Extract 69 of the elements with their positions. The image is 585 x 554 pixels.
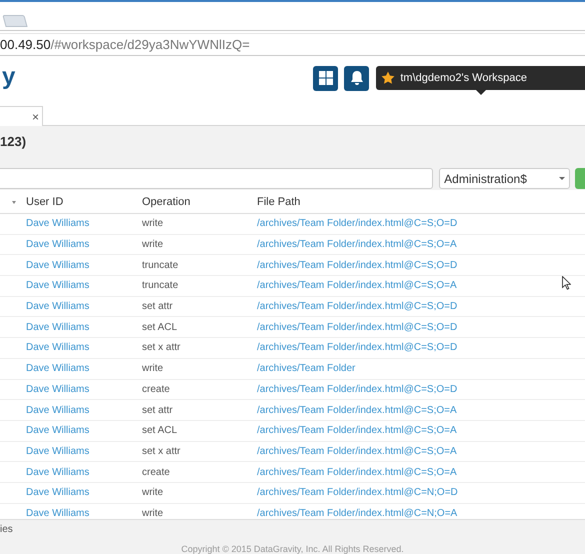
operation-cell-text: create (142, 466, 171, 478)
operation-cell-text: write (142, 508, 164, 519)
file-path-link[interactable]: /archives/Team Folder/index.html@C=N;O=A (257, 508, 585, 519)
user-link[interactable]: Dave Williams (26, 280, 142, 292)
search-field[interactable] (0, 168, 434, 189)
file-path-link[interactable]: /archives/Team Folder/index.html@C=S;O=A (257, 280, 585, 292)
url-path: /#workspace/d29ya3NwYWNlIzQ= (50, 37, 250, 52)
operation-cell-text: set x attr (142, 342, 182, 354)
grid-button[interactable] (313, 66, 338, 90)
operation-cell-text: truncate (142, 260, 180, 271)
column-header[interactable]: User ID (26, 196, 142, 208)
user-link[interactable]: Dave Williams (26, 301, 142, 312)
file-path-link[interactable]: /archives/Team Folder/index.html@C=S;O=D (257, 322, 585, 333)
user-link[interactable]: Dave Williams (26, 239, 142, 250)
file-path-link[interactable]: /archives/Team Folder/index.html@C=S;O=A (257, 466, 585, 478)
copyright-text: Copyright © 2015 DataGravity, Inc. All Rights Reserved. (180, 544, 405, 554)
operation-cell-text: set ACL (142, 425, 178, 436)
file-path-link[interactable]: /archives/Team Folder/index.html@C=S;O=A (257, 446, 585, 457)
tab[interactable]: × (0, 106, 43, 126)
page-title: 123) (0, 133, 28, 151)
operation-cell-text: write (142, 239, 164, 250)
file-path-link[interactable]: /archives/Team Folder/index.html@C=S;O=A (257, 239, 585, 250)
star-icon (381, 71, 396, 85)
address-bar[interactable]: 00.49.50/#workspace/d29ya3NwYWNlIzQ= (0, 33, 585, 56)
operation-cell-text: create (142, 384, 171, 395)
user-link[interactable]: Dave Williams (26, 260, 142, 271)
user-link[interactable]: Dave Williams (26, 508, 142, 519)
user-link[interactable]: Dave Williams (26, 466, 142, 478)
new-tab-button[interactable] (2, 15, 28, 27)
file-path-link[interactable]: /archives/Team Folder/index.html@C=S;O=A (257, 404, 585, 416)
column-header[interactable]: Operation (142, 196, 257, 208)
user-link[interactable]: Dave Williams (26, 322, 142, 333)
operation-cell-text: write (142, 487, 164, 498)
file-path-link[interactable]: /archives/Team Folder/index.html@C=S;O=D (257, 301, 585, 312)
file-path-link[interactable]: /archives/Team Folder/index.html@C=S;O=D (257, 260, 585, 271)
file-path-link[interactable]: /archives/Team Folder/index.html@C=S;O=A (257, 425, 585, 436)
url-host: 00.49.50 (0, 37, 51, 52)
user-link[interactable]: Dave Williams (26, 384, 142, 395)
caret-icon (559, 177, 566, 180)
entries-text: ies (0, 523, 14, 537)
user-link[interactable]: Dave Williams (26, 446, 142, 457)
grid-icon (318, 70, 334, 86)
file-path-link[interactable]: /archives/Team Folder/index.html@C=S;O=D (257, 384, 585, 395)
user-link[interactable]: Dave Williams (26, 425, 142, 436)
notifications-button[interactable] (344, 66, 370, 90)
user-link[interactable]: Dave Williams (26, 218, 142, 230)
sort-caret-icon[interactable] (12, 200, 16, 204)
workspace-name: tm\dgdemo2's Workspace (400, 72, 527, 84)
operation-cell-text: truncate (142, 280, 180, 292)
mouse-pointer-icon (562, 276, 571, 290)
operation-cell-text: set attr (142, 404, 174, 416)
user-link[interactable]: Dave Williams (26, 487, 142, 498)
operation-cell-text: set attr (142, 301, 174, 312)
file-path-link[interactable]: /archives/Team Folder/index.html@C=S;O=D (257, 342, 585, 354)
file-path-link[interactable]: /archives/Team Folder/index.html@C=S;O=D (257, 218, 585, 230)
user-link[interactable]: Dave Williams (26, 342, 142, 354)
operation-cell-text: write (142, 218, 164, 230)
operation-cell-text: set ACL (142, 322, 178, 333)
file-path-link[interactable]: /archives/Team Folder (257, 363, 585, 374)
operation-cell-text: write (142, 363, 164, 374)
share-dropdown[interactable]: Administration$ (439, 168, 570, 189)
file-path-link[interactable]: /archives/Team Folder/index.html@C=N;O=D (257, 487, 585, 498)
column-header[interactable]: File Path (257, 196, 585, 208)
user-link[interactable]: Dave Williams (26, 404, 142, 416)
user-link[interactable]: Dave Williams (26, 363, 142, 374)
bell-icon (350, 70, 364, 86)
logo-text: y (2, 62, 16, 92)
close-tab-button[interactable]: × (32, 110, 39, 124)
operation-cell-text: set x attr (142, 446, 182, 457)
